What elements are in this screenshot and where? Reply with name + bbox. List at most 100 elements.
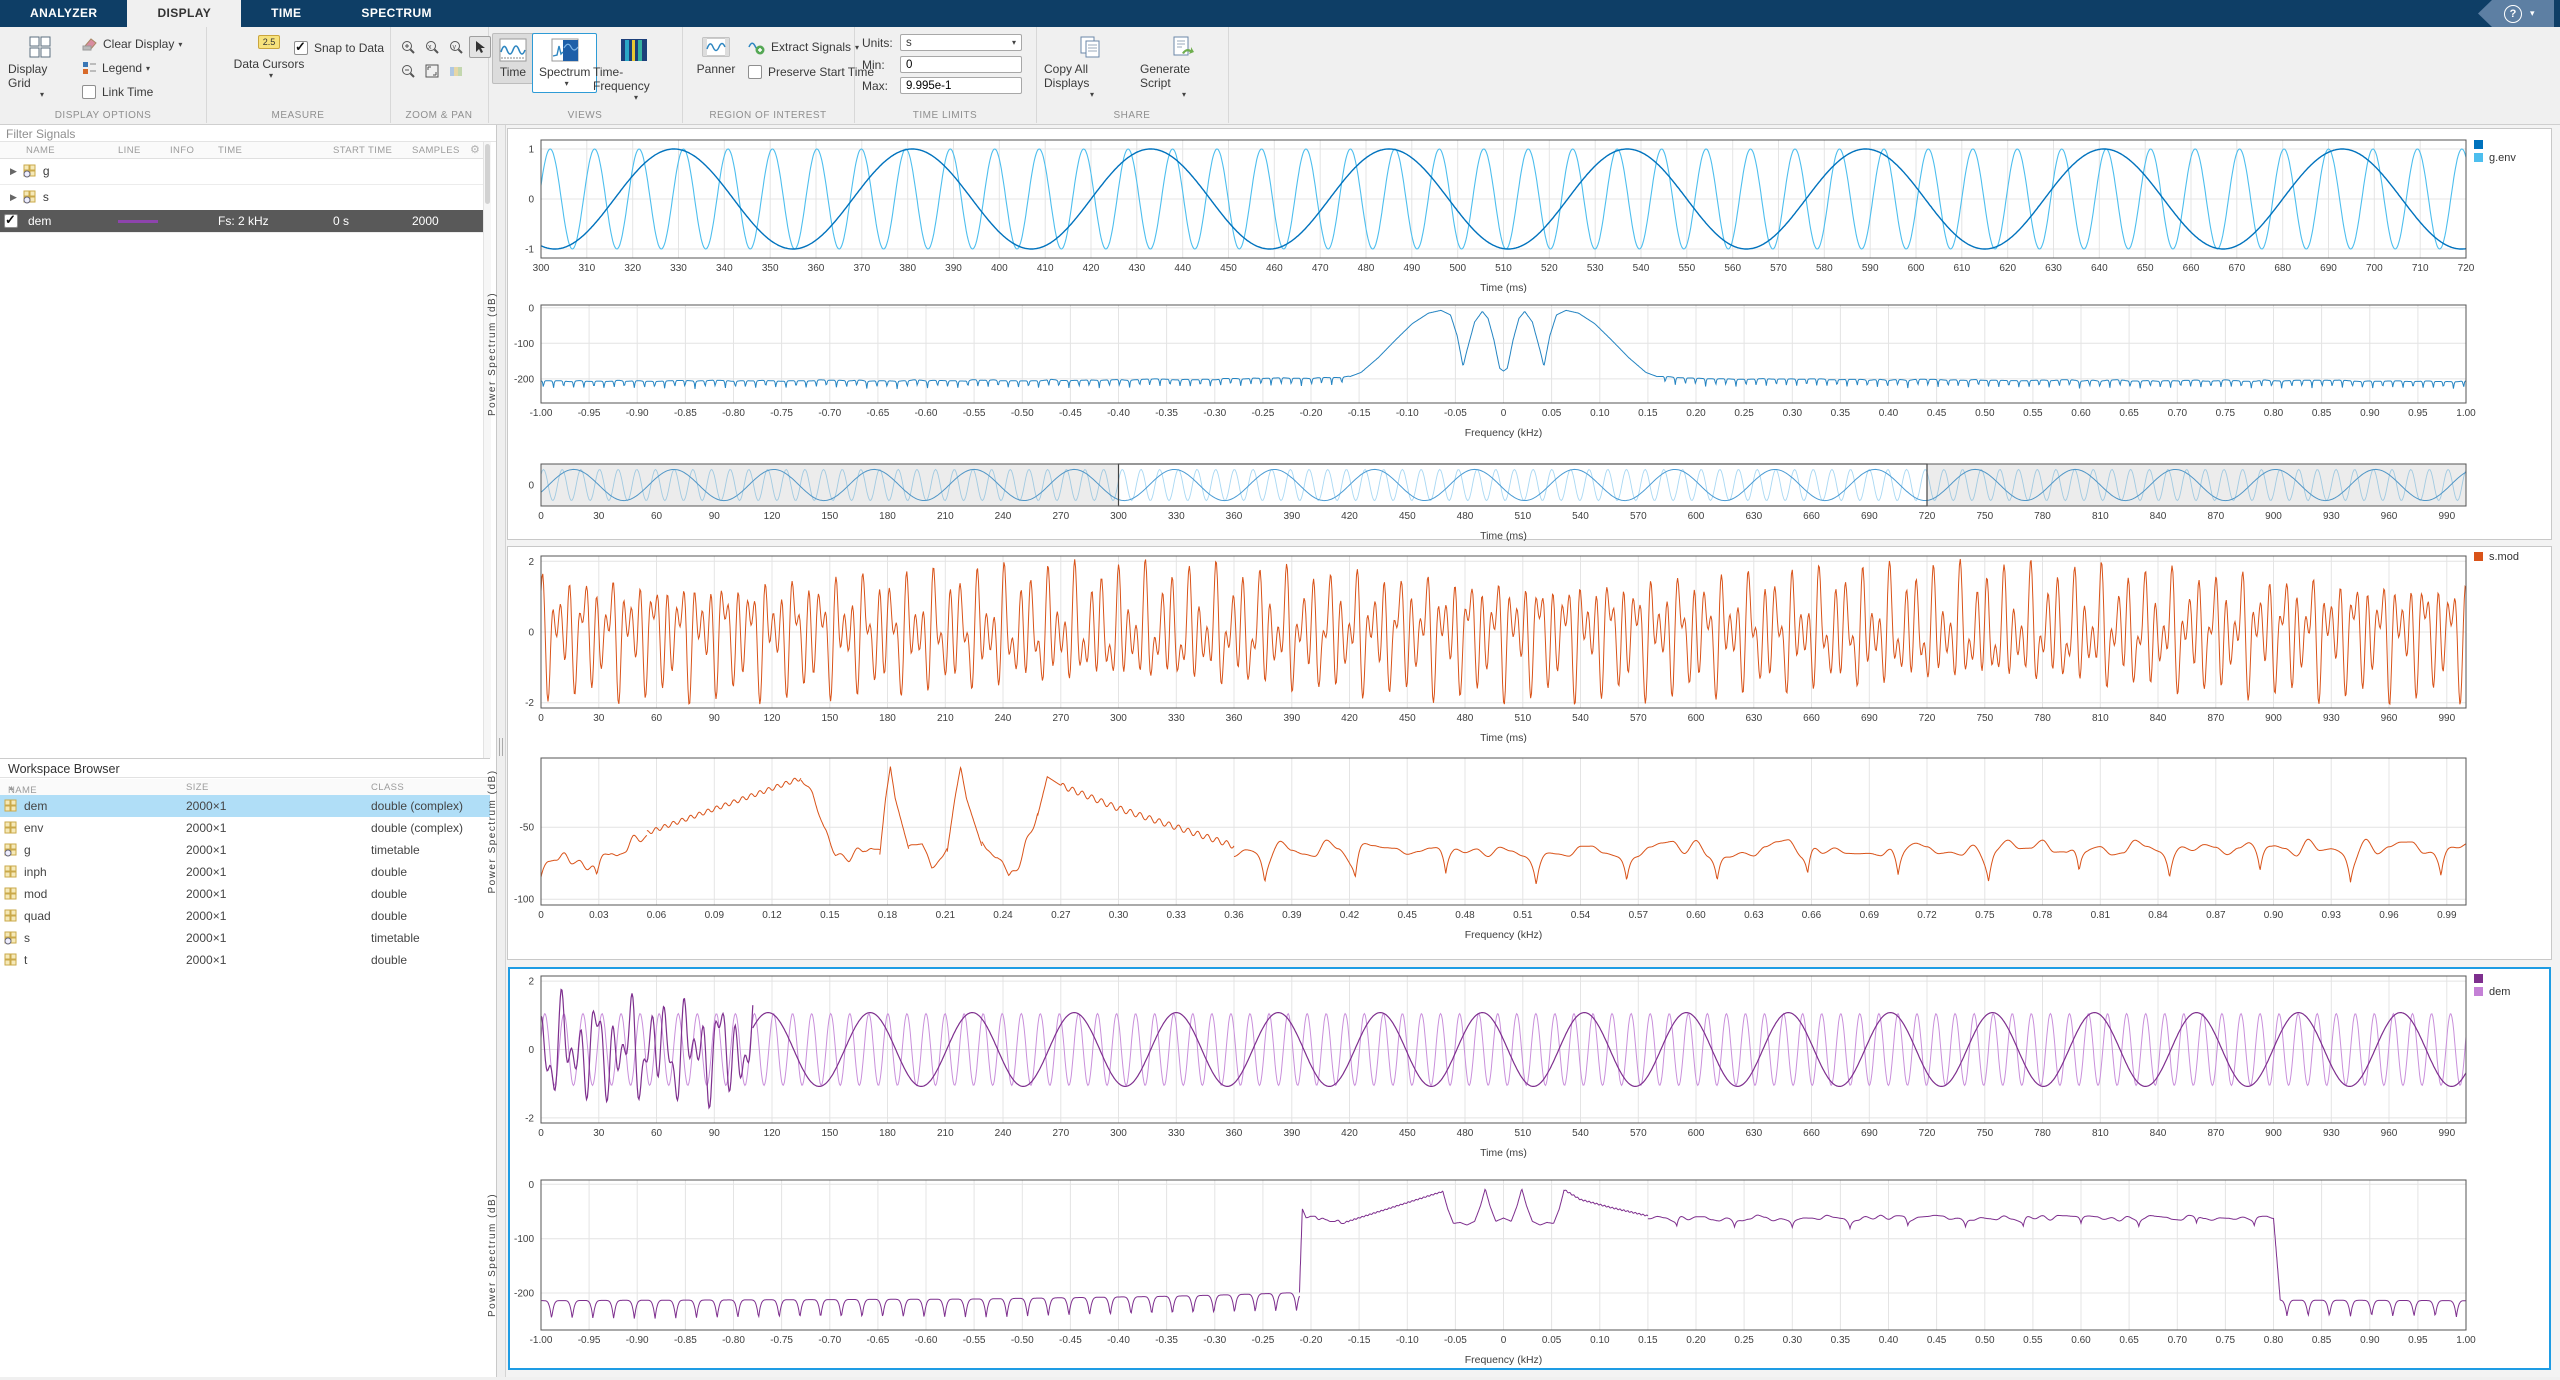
variable-size: 2000×1	[186, 909, 226, 923]
pan-icon[interactable]	[445, 60, 467, 82]
zoom-in-x-icon[interactable]	[397, 36, 419, 58]
zoom-out-icon[interactable]	[397, 60, 419, 82]
link-time-checkbox[interactable]: Link Time	[82, 85, 153, 99]
display-grid-label: Display Grid	[8, 62, 72, 90]
workspace-row-mod[interactable]: mod2000×1double	[0, 883, 490, 905]
snap-to-data-checkbox[interactable]: Snap to Data	[294, 41, 384, 55]
data-cursors-icon: 2.5	[258, 35, 281, 49]
units-label: Units:	[862, 36, 900, 50]
variable-name: s	[24, 931, 30, 945]
signal-table-panel: Filter Signals NAME LINE INFO TIME START…	[0, 125, 497, 1377]
spectrum-view-label: Spectrum	[539, 65, 590, 79]
variable-name: env	[24, 821, 43, 835]
matrix-icon	[4, 865, 18, 879]
variable-size: 2000×1	[186, 865, 226, 879]
panner-label: Panner	[697, 62, 736, 76]
variable-class: double (complex)	[371, 821, 463, 835]
snap-to-data-checkbox-box[interactable]	[294, 41, 308, 55]
ribbon-section-display-options: Display Grid ▾ Clear Display ▾ Legend ▾ …	[0, 27, 207, 123]
units-select[interactable]: s ▾	[900, 34, 1022, 51]
time-frequency-view-label: Time-Frequency	[593, 65, 675, 93]
display-grid-icon	[28, 35, 52, 62]
workspace-col-size[interactable]: SIZE	[186, 782, 209, 793]
time-frequency-caret-icon: ▾	[634, 93, 638, 102]
time-view-button[interactable]: Time	[492, 33, 534, 84]
ribbon-section-views: Time Spectrum ▾ Time-Frequency ▾ VIEWS	[488, 27, 683, 123]
signal-checkbox[interactable]	[4, 214, 18, 228]
link-time-label: Link Time	[102, 85, 153, 99]
display-2[interactable]	[507, 546, 2552, 960]
signal-row-dem[interactable]: dem Fs: 2 kHz 0 s 2000	[0, 210, 490, 233]
display-1[interactable]	[507, 128, 2552, 540]
filter-signals-input[interactable]: Filter Signals	[0, 125, 496, 142]
panner-button[interactable]: Panner	[690, 35, 742, 76]
min-input[interactable]	[900, 56, 1022, 73]
legend-button[interactable]: Legend ▾	[82, 61, 150, 75]
display-3-selected[interactable]	[508, 967, 2551, 1370]
time-view-icon	[499, 38, 527, 65]
variable-size: 2000×1	[186, 799, 226, 813]
variable-size: 2000×1	[186, 953, 226, 967]
workspace-row-g[interactable]: g 2000×1 timetable	[0, 839, 490, 861]
copy-all-displays-button[interactable]: Copy All Displays ▾	[1044, 35, 1136, 99]
ribbon-section-measure: 2.5 Data Cursors ▾ Snap to Data MEASURE	[206, 27, 391, 123]
help-icon[interactable]: ?	[2504, 5, 2522, 23]
legend-label: Legend	[102, 61, 142, 75]
generate-script-button[interactable]: Generate Script ▾	[1140, 35, 1224, 99]
svg-text:x: x	[428, 44, 432, 51]
zoom-y-icon[interactable]: y	[445, 36, 467, 58]
panner-icon	[702, 35, 730, 62]
fit-to-view-icon[interactable]	[421, 60, 443, 82]
tab-display[interactable]: DISPLAY	[127, 0, 241, 27]
signal-start-time: 0 s	[333, 210, 349, 232]
expand-icon[interactable]: ▶	[10, 166, 17, 177]
preserve-start-time-checkbox-box[interactable]	[748, 65, 762, 79]
extract-signals-button[interactable]: Extract Signals ▾	[748, 39, 859, 55]
signal-row-s[interactable]: ▶ s	[0, 184, 490, 211]
max-input[interactable]	[900, 77, 1022, 94]
help-dropdown-icon[interactable]: ▾	[2530, 8, 2535, 19]
filter-col-time: TIME	[218, 145, 242, 156]
variable-size: 2000×1	[186, 887, 226, 901]
workspace-browser-title: Workspace Browser	[0, 758, 490, 778]
variable-name: g	[24, 843, 31, 857]
matrix-icon	[4, 887, 18, 901]
variable-class: timetable	[371, 843, 420, 857]
link-time-checkbox-box[interactable]	[82, 85, 96, 99]
variable-class: double	[371, 865, 407, 879]
workspace-row-env[interactable]: env 2000×1 double (complex)	[0, 817, 490, 839]
filter-col-samples: SAMPLES	[412, 145, 460, 156]
zoom-x-icon[interactable]: x	[421, 36, 443, 58]
workspace-row-t[interactable]: t2000×1double	[0, 949, 490, 971]
time-frequency-view-button[interactable]: Time-Frequency ▾	[586, 33, 682, 107]
timetable-icon	[23, 164, 37, 178]
legend-icon	[82, 61, 97, 75]
snap-to-data-label: Snap to Data	[314, 41, 384, 55]
expand-icon[interactable]: ▶	[10, 192, 17, 203]
workspace-row-s[interactable]: s2000×1timetable	[0, 927, 490, 949]
signal-row-g[interactable]: ▶ g	[0, 158, 490, 185]
display-grid-button[interactable]: Display Grid ▾	[8, 35, 72, 99]
variable-size: 2000×1	[186, 821, 226, 835]
clear-display-label: Clear Display	[103, 37, 174, 51]
signal-table-scrollbar[interactable]	[483, 142, 491, 758]
copy-all-displays-icon	[1078, 35, 1102, 62]
table-settings-gear-icon[interactable]: ⚙	[470, 143, 480, 156]
roi-section-label: REGION OF INTEREST	[682, 110, 854, 121]
tab-analyzer[interactable]: ANALYZER	[0, 0, 127, 27]
spectrum-view-icon	[551, 38, 579, 65]
variable-size: 2000×1	[186, 843, 226, 857]
signal-name: dem	[28, 214, 51, 228]
workspace-col-class[interactable]: CLASS	[371, 782, 404, 793]
timetable-icon	[23, 190, 37, 204]
workspace-row-dem[interactable]: dem2000×1double (complex)	[0, 795, 490, 817]
tab-spectrum[interactable]: SPECTRUM	[331, 0, 462, 27]
tab-time[interactable]: TIME	[241, 0, 331, 27]
app-tab-bar: ANALYZERDISPLAYTIMESPECTRUM ? ▾	[0, 0, 2560, 27]
ribbon: Display Grid ▾ Clear Display ▾ Legend ▾ …	[0, 27, 2560, 125]
zoom-pan-section-label: ZOOM & PAN	[390, 110, 488, 121]
workspace-row-quad[interactable]: quad2000×1double	[0, 905, 490, 927]
panel-splitter[interactable]	[497, 125, 506, 1377]
workspace-row-inph[interactable]: inph2000×1double	[0, 861, 490, 883]
clear-display-button[interactable]: Clear Display ▾	[82, 37, 182, 51]
